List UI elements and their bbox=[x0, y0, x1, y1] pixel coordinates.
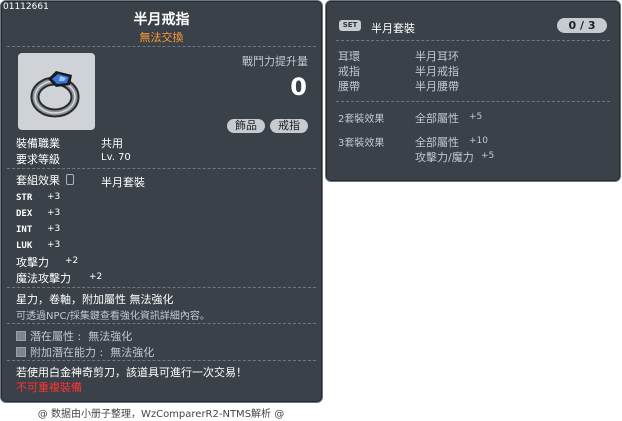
tag-ring: 戒指 bbox=[270, 119, 308, 133]
divider bbox=[7, 287, 316, 288]
level-label: 要求等級 bbox=[16, 153, 60, 166]
divider bbox=[7, 360, 316, 361]
tag-accessory: 飾品 bbox=[227, 119, 265, 133]
trade-note: 無法交換 bbox=[139, 31, 184, 44]
set-bonus-3-label: 3套裝效果 bbox=[338, 138, 385, 149]
stat-magic-attack: 魔法攻擊力 bbox=[16, 272, 71, 285]
divider bbox=[336, 40, 610, 41]
potential-row: 潛在屬性 : 無法強化 bbox=[16, 328, 132, 344]
stat-key: LUK bbox=[16, 241, 33, 251]
set-part-name: 半月腰帶 bbox=[415, 80, 459, 93]
job-value: 共用 bbox=[101, 137, 123, 150]
footer-credit: @ 数据由小册子整理，WzComparerR2-NTMS解析 @ bbox=[37, 409, 285, 420]
lock-icon bbox=[65, 174, 74, 185]
power-value: 0 bbox=[290, 73, 307, 101]
set-bonus-3-value2: +5 bbox=[481, 151, 495, 161]
divider bbox=[7, 168, 316, 169]
set-effect-label-text: 套組效果 bbox=[16, 174, 60, 187]
set-part-name: 半月耳环 bbox=[415, 50, 459, 63]
unique-note: 不可重複裝備 bbox=[16, 381, 82, 394]
stat-dex-value: +3 bbox=[47, 208, 61, 218]
set-bonus-3-stat2: 攻擊力/魔力 bbox=[415, 151, 474, 164]
stat-magic-attack-value: +2 bbox=[89, 272, 103, 282]
bonus-potential-square-icon bbox=[16, 347, 26, 357]
level-value: Lv. 70 bbox=[101, 152, 131, 163]
set-part-name: 半月戒指 bbox=[415, 65, 459, 78]
set-info-panel: SET 半月套裝 0 / 3 耳環 半月耳环 戒指 半月戒指 腰帶 半月腰帶 2… bbox=[325, 0, 621, 182]
stat-key: INT bbox=[16, 225, 33, 235]
set-bonus-3-stat: 全部屬性 bbox=[415, 136, 459, 149]
set-count: 0 / 3 bbox=[557, 18, 607, 33]
item-name: 半月戒指 bbox=[133, 12, 190, 28]
potential-square-icon bbox=[16, 331, 26, 341]
stat-str: STR bbox=[16, 192, 32, 203]
set-badge: SET bbox=[339, 20, 361, 31]
set-part-slot: 腰帶 bbox=[338, 80, 360, 93]
bonus-potential-row: 附加潛在能力 : 無法強化 bbox=[16, 344, 154, 360]
set-bonus-2-value: +5 bbox=[469, 112, 483, 122]
stat-luk-value: +3 bbox=[47, 240, 61, 250]
divider bbox=[7, 323, 316, 324]
power-label: 戰鬥力提升量 bbox=[242, 55, 308, 68]
set-effect-label: 套組效果 bbox=[16, 172, 74, 188]
stat-attack: 攻擊力 bbox=[16, 256, 49, 269]
potential-value: 無法強化 bbox=[88, 330, 133, 343]
stat-attack-value: +2 bbox=[65, 256, 79, 266]
set-bonus-2-stat: 全部屬性 bbox=[415, 112, 459, 125]
set-title: 半月套裝 bbox=[371, 22, 415, 35]
ring-icon bbox=[30, 71, 80, 118]
bonus-potential-label: 附加潛在能力 bbox=[30, 346, 96, 359]
divider bbox=[7, 46, 316, 47]
item-tooltip-panel: 01112661 半月戒指 無法交換 戰鬥力提升量 0 飾品 戒指 裝備職業 共… bbox=[0, 0, 323, 403]
set-part-slot: 戒指 bbox=[338, 65, 360, 78]
npc-hint: 可透過NPC/採集鍵查看強化資訊詳細內容。 bbox=[16, 311, 210, 322]
stat-int: INT bbox=[16, 224, 32, 235]
stat-luk: LUK bbox=[16, 240, 32, 251]
divider bbox=[336, 101, 610, 102]
bonus-potential-value: 無法強化 bbox=[110, 346, 155, 359]
stat-dex: DEX bbox=[16, 208, 32, 219]
stat-key: STR bbox=[16, 193, 33, 203]
stat-int-value: +3 bbox=[47, 224, 61, 234]
set-effect-name: 半月套裝 bbox=[101, 176, 145, 189]
stat-key: DEX bbox=[16, 209, 33, 219]
job-label: 裝備職業 bbox=[16, 137, 60, 150]
stat-str-value: +3 bbox=[47, 192, 61, 202]
set-bonus-3-value: +10 bbox=[469, 136, 488, 146]
potential-label: 潛在屬性 bbox=[30, 330, 74, 343]
set-part-slot: 耳環 bbox=[338, 50, 360, 63]
scissors-note: 若使用白金神奇剪刀，該道具可進行一次交易！ bbox=[16, 366, 247, 379]
item-icon-box bbox=[18, 53, 95, 130]
restriction-note: 星力，卷軸，附加屬性 無法強化 bbox=[16, 293, 174, 306]
set-bonus-2-label: 2套裝效果 bbox=[338, 114, 385, 125]
